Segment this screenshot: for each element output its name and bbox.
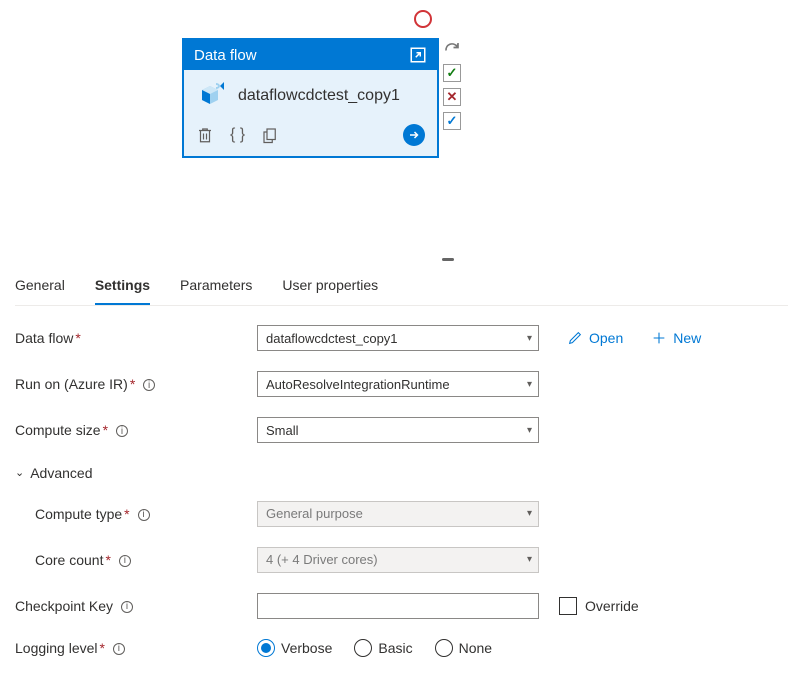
settings-tabs: General Settings Parameters User propert… — [15, 271, 788, 306]
status-pending-icon[interactable]: ✓ — [443, 112, 461, 130]
info-icon[interactable]: i — [138, 509, 150, 521]
activity-type-label: Data flow — [194, 47, 257, 64]
label-compute-size: Compute size* i — [15, 422, 257, 438]
required-asterisk: * — [75, 330, 80, 346]
radio-verbose[interactable]: Verbose — [257, 639, 332, 657]
advanced-toggle[interactable]: ⌄ Advanced — [15, 465, 93, 481]
pencil-icon — [567, 330, 583, 346]
dataflow-activity-card[interactable]: Data flow dataflowcdctest_copy1 — [182, 38, 439, 158]
row-run-on: Run on (Azure IR)* i AutoResolveIntegrat… — [15, 371, 773, 397]
run-on-select[interactable]: AutoResolveIntegrationRuntime ▾ — [257, 371, 539, 397]
label-compute-type: Compute type* i — [15, 506, 257, 522]
override-checkbox[interactable]: Override — [559, 597, 639, 615]
expand-icon[interactable] — [409, 46, 427, 64]
chevron-down-icon: ▾ — [527, 554, 532, 565]
row-logging-level: Logging level* i Verbose Basic None — [15, 639, 773, 657]
status-success-icon[interactable]: ✓ — [443, 64, 461, 82]
panel-drag-handle[interactable] — [442, 258, 454, 261]
logging-level-radios: Verbose Basic None — [257, 639, 492, 657]
activity-card-area: Data flow dataflowcdctest_copy1 — [182, 38, 461, 158]
row-dataflow: Data flow* dataflowcdctest_copy1 ▾ Open … — [15, 325, 773, 351]
label-logging-level: Logging level* i — [15, 640, 257, 656]
trash-icon[interactable] — [196, 126, 214, 144]
row-compute-size: Compute size* i Small ▾ — [15, 417, 773, 443]
arrow-right-icon[interactable] — [403, 124, 425, 146]
braces-icon[interactable]: { } — [230, 126, 245, 144]
radio-basic[interactable]: Basic — [354, 639, 412, 657]
copy-page-icon[interactable] — [261, 126, 279, 144]
chevron-down-icon: ▾ — [527, 508, 532, 519]
info-icon[interactable]: i — [119, 555, 131, 567]
radio-none[interactable]: None — [435, 639, 492, 657]
label-run-on: Run on (Azure IR)* i — [15, 376, 257, 392]
row-compute-type: Compute type* i General purpose ▾ — [15, 501, 773, 527]
activity-card-header: Data flow — [184, 40, 437, 70]
label-core-count: Core count* i — [15, 552, 257, 568]
dataflow-cube-icon — [196, 80, 228, 112]
row-checkpoint-key: Checkpoint Key i Override — [15, 593, 773, 619]
chevron-down-icon: ▾ — [527, 333, 532, 344]
compute-size-select[interactable]: Small ▾ — [257, 417, 539, 443]
checkbox-box — [559, 597, 577, 615]
row-core-count: Core count* i 4 (+ 4 Driver cores) ▾ — [15, 547, 773, 573]
core-count-select: 4 (+ 4 Driver cores) ▾ — [257, 547, 539, 573]
tab-parameters[interactable]: Parameters — [180, 271, 252, 305]
activity-card-footer: { } — [184, 118, 437, 156]
label-checkpoint-key: Checkpoint Key i — [15, 598, 257, 614]
tab-settings[interactable]: Settings — [95, 271, 150, 305]
info-icon[interactable]: i — [121, 601, 133, 613]
activity-status-column: ✓ ✕ ✓ — [443, 38, 461, 130]
tab-user-properties[interactable]: User properties — [282, 271, 378, 305]
chevron-down-icon: ▾ — [527, 379, 532, 390]
info-icon[interactable]: i — [113, 643, 125, 655]
info-icon[interactable]: i — [116, 425, 128, 437]
chevron-down-icon: ▾ — [527, 425, 532, 436]
tab-general[interactable]: General — [15, 271, 65, 305]
new-button[interactable]: New — [651, 330, 701, 346]
info-icon[interactable]: i — [143, 379, 155, 391]
activity-name: dataflowcdctest_copy1 — [238, 86, 400, 106]
settings-form: Data flow* dataflowcdctest_copy1 ▾ Open … — [15, 325, 773, 677]
chevron-down-icon: ⌄ — [15, 466, 24, 479]
checkpoint-key-input[interactable] — [257, 593, 539, 619]
plus-icon — [651, 330, 667, 346]
dataflow-select[interactable]: dataflowcdctest_copy1 ▾ — [257, 325, 539, 351]
open-button[interactable]: Open — [567, 330, 623, 346]
annotation-red-circle — [414, 10, 432, 28]
status-failure-icon[interactable]: ✕ — [443, 88, 461, 106]
activity-card-body: dataflowcdctest_copy1 — [184, 70, 437, 118]
label-dataflow: Data flow* — [15, 330, 257, 346]
compute-type-select: General purpose ▾ — [257, 501, 539, 527]
redo-curved-icon[interactable] — [443, 40, 461, 58]
